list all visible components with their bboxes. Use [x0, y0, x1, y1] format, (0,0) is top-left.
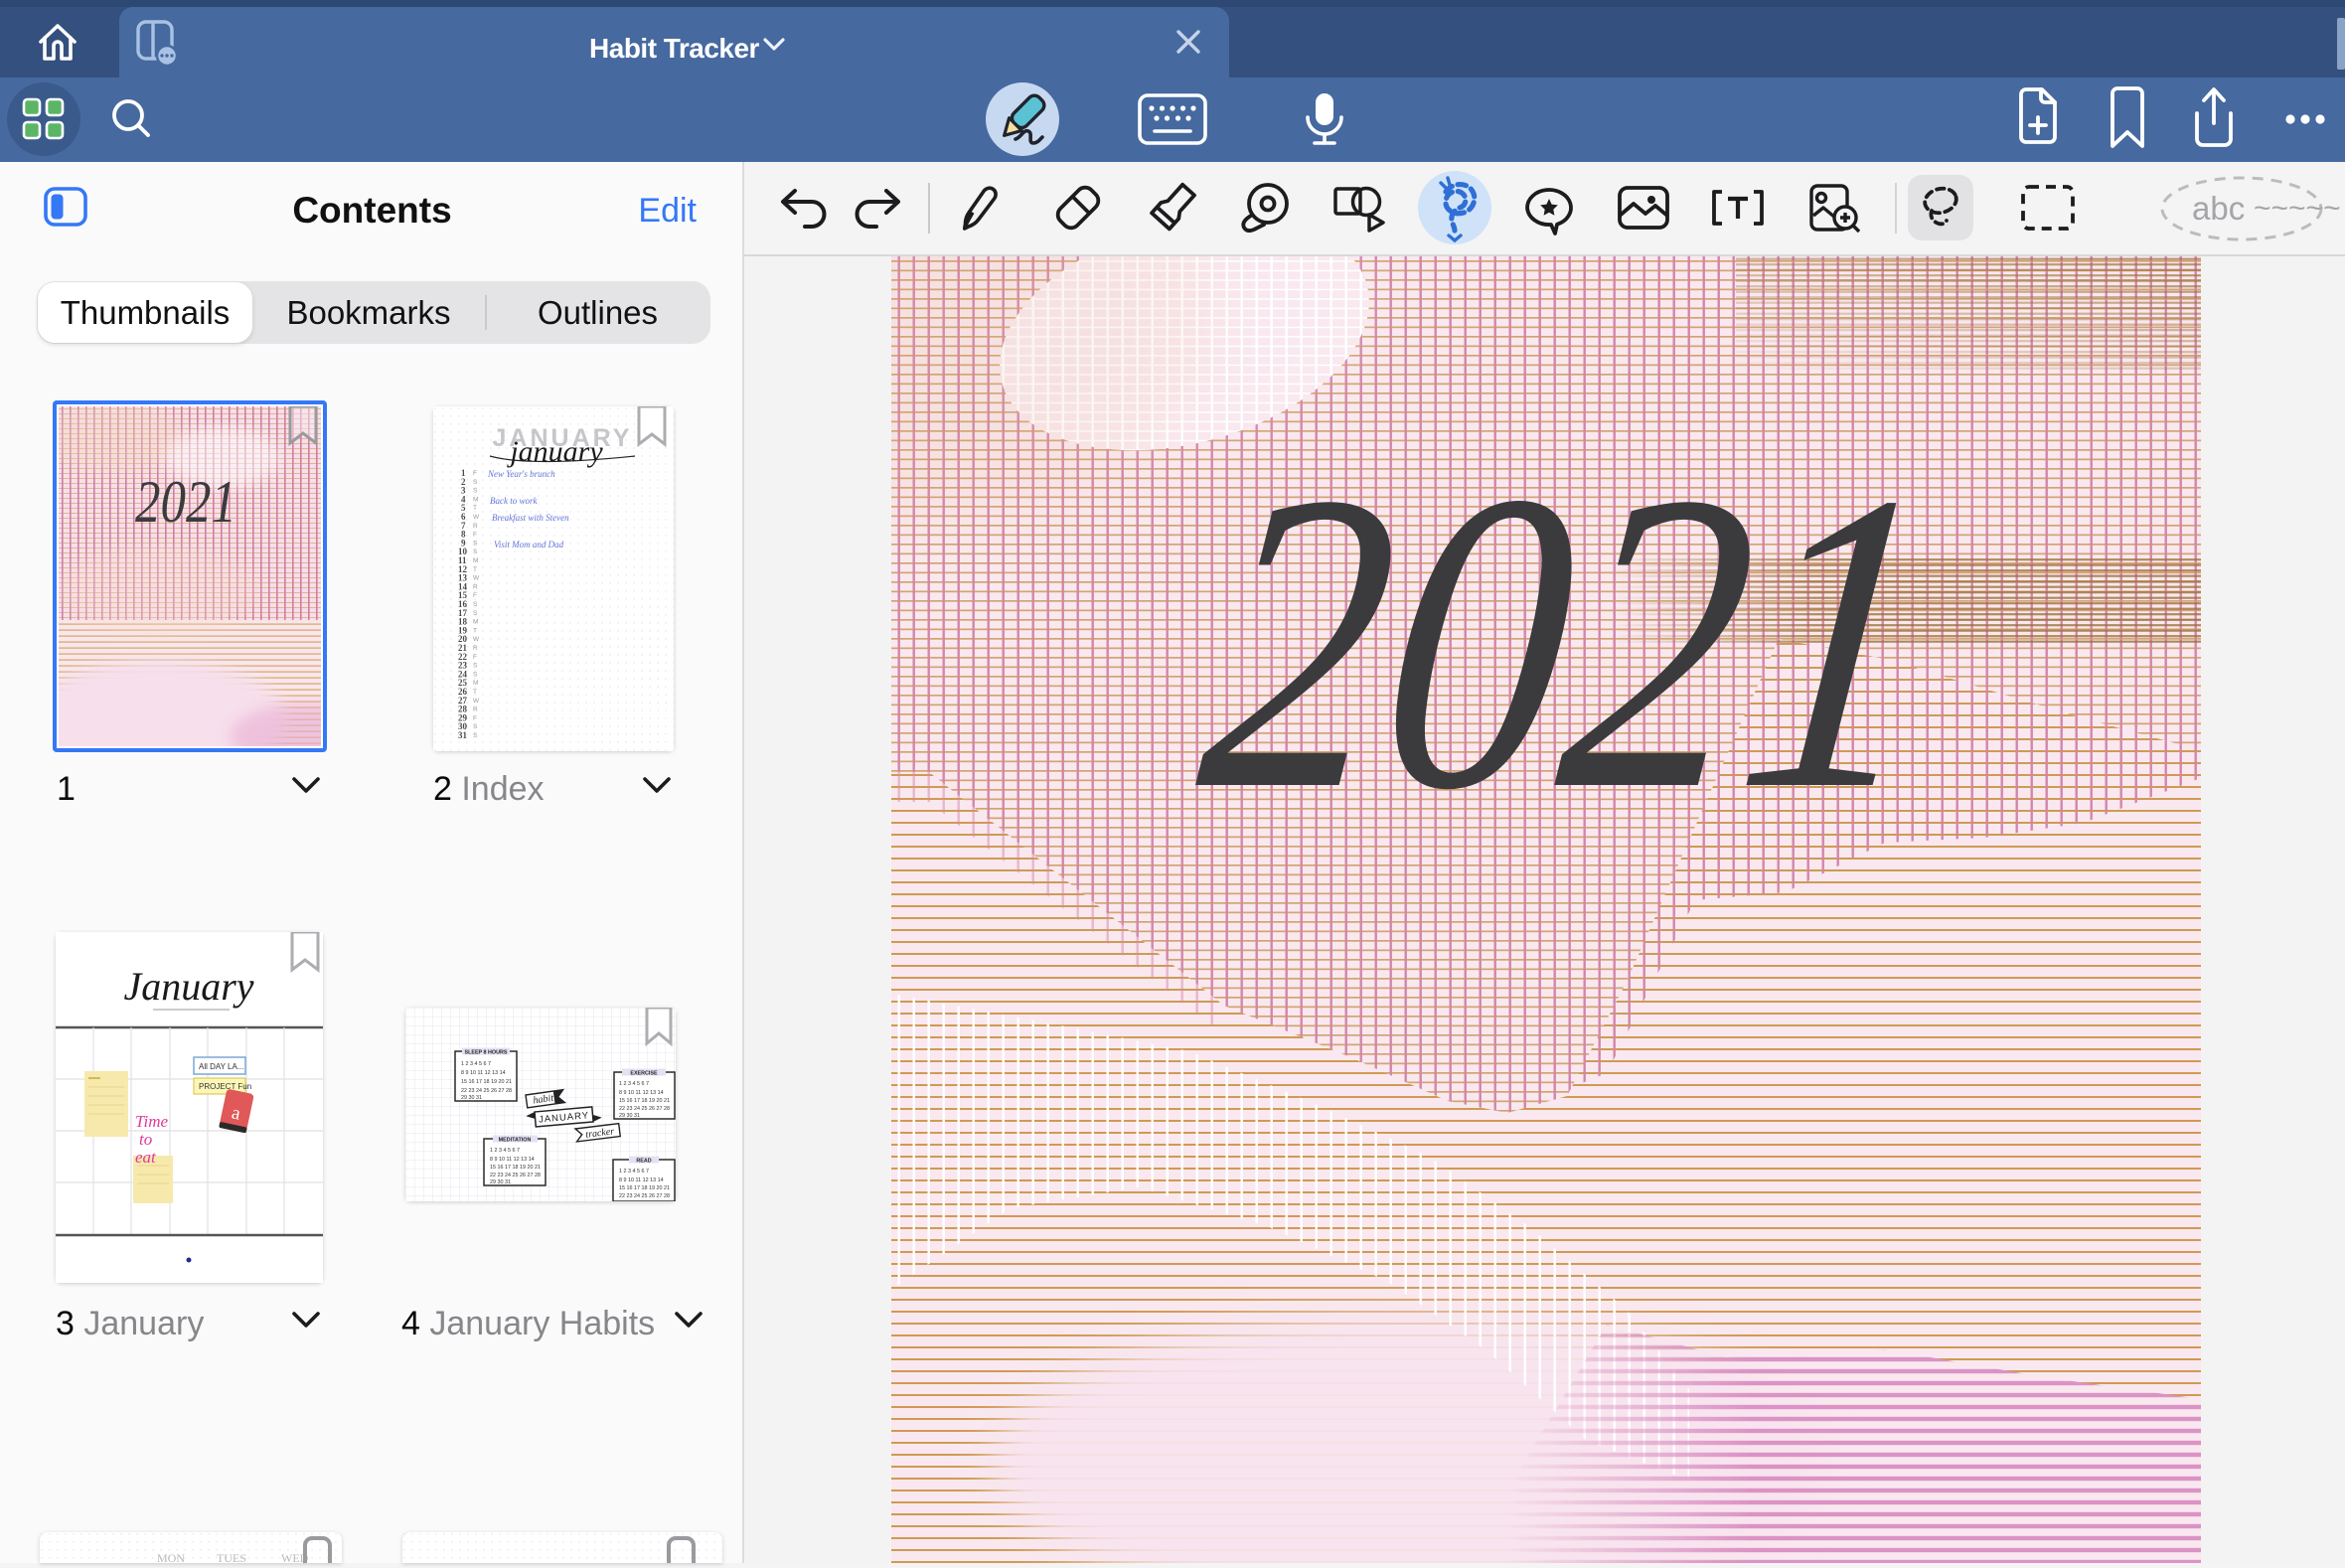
svg-text:Time: Time	[135, 1112, 169, 1131]
svg-text:SLEEP 8 HOURS: SLEEP 8 HOURS	[464, 1050, 507, 1056]
svg-text:S: S	[473, 610, 478, 617]
svg-text:R: R	[473, 583, 478, 590]
svg-text:S: S	[473, 732, 478, 739]
svg-text:January: January	[123, 964, 253, 1009]
svg-text:T: T	[473, 505, 477, 512]
svg-text:T: T	[473, 566, 477, 573]
svg-text:15 16 17 18 19 20 21: 15 16 17 18 19 20 21	[619, 1098, 670, 1104]
svg-text:29 30 31: 29 30 31	[490, 1179, 511, 1185]
svg-text:W: W	[473, 514, 480, 521]
svg-text:Breakfast with Steven: Breakfast with Steven	[492, 513, 569, 523]
svg-text:New Year's brunch: New Year's brunch	[487, 469, 555, 479]
svg-text:abc: abc	[2192, 190, 2245, 227]
svg-text:S: S	[473, 488, 478, 495]
svg-text:T: T	[473, 627, 477, 634]
svg-text:29 30 31: 29 30 31	[619, 1113, 640, 1119]
svg-text:T: T	[473, 689, 477, 696]
svg-text:8 9 10 11 12 13 14: 8 9 10 11 12 13 14	[619, 1177, 664, 1183]
svg-text:31: 31	[458, 730, 468, 740]
svg-text:1 2 3 4 5 6 7: 1 2 3 4 5 6 7	[619, 1169, 649, 1175]
svg-text:Back to work: Back to work	[490, 496, 538, 506]
svg-text:F: F	[473, 532, 477, 539]
svg-text:eat: eat	[135, 1148, 157, 1167]
svg-text:S: S	[473, 723, 478, 730]
svg-text:S: S	[473, 479, 478, 486]
svg-text:8 9 10 11 12 13 14: 8 9 10 11 12 13 14	[490, 1157, 535, 1163]
svg-text:1 2 3 4 5 6 7: 1 2 3 4 5 6 7	[461, 1061, 491, 1067]
svg-text:W: W	[473, 575, 480, 582]
svg-text:8 9 10 11 12 13 14: 8 9 10 11 12 13 14	[619, 1090, 664, 1096]
svg-text:M: M	[473, 619, 478, 626]
svg-text:F: F	[473, 654, 477, 661]
svg-text:R: R	[473, 706, 478, 713]
svg-text:S: S	[473, 540, 478, 547]
svg-text:EXERCISE: EXERCISE	[630, 1071, 658, 1077]
svg-text:TUES: TUES	[217, 1551, 246, 1563]
svg-text:S: S	[473, 663, 478, 670]
svg-text:Visit Mom and Dad: Visit Mom and Dad	[494, 540, 564, 549]
svg-text:22 23 24 25 26 27 28: 22 23 24 25 26 27 28	[490, 1173, 541, 1178]
svg-text:2021: 2021	[135, 469, 236, 536]
svg-text:READ: READ	[636, 1159, 651, 1165]
svg-text:2021: 2021	[1185, 405, 1953, 878]
svg-text:S: S	[473, 671, 478, 678]
svg-text:1 2 3 4 5 6 7: 1 2 3 4 5 6 7	[490, 1148, 520, 1154]
svg-text:29 30 31: 29 30 31	[461, 1095, 482, 1101]
svg-text:W: W	[473, 636, 480, 643]
svg-text:R: R	[473, 523, 478, 530]
svg-text:MON: MON	[157, 1551, 185, 1563]
svg-text:M: M	[473, 496, 478, 503]
svg-text:S: S	[473, 549, 478, 555]
svg-text:W: W	[473, 698, 480, 705]
svg-text:22 23 24 25 26 27 28: 22 23 24 25 26 27 28	[461, 1088, 512, 1094]
svg-text:PROJECT Fun: PROJECT Fun	[199, 1082, 251, 1091]
svg-text:~~~~~: ~~~~~	[2254, 192, 2341, 225]
svg-text:1 2 3 4 5 6 7: 1 2 3 4 5 6 7	[619, 1081, 649, 1087]
svg-text:F: F	[473, 470, 477, 477]
svg-text:15 16 17 18 19 20 21: 15 16 17 18 19 20 21	[619, 1185, 670, 1191]
svg-text:15 16 17 18 19 20 21: 15 16 17 18 19 20 21	[461, 1079, 512, 1085]
svg-text:22 23 24 25 26 27 28: 22 23 24 25 26 27 28	[619, 1106, 670, 1112]
svg-text:All DAY LA...: All DAY LA...	[199, 1062, 244, 1071]
svg-text:to: to	[139, 1130, 152, 1149]
svg-text:22 23 24 25 26 27 28: 22 23 24 25 26 27 28	[619, 1193, 670, 1199]
svg-text:R: R	[473, 645, 478, 652]
svg-text:15 16 17 18 19 20 21: 15 16 17 18 19 20 21	[490, 1165, 541, 1171]
svg-text:M: M	[473, 557, 478, 564]
svg-text:S: S	[473, 601, 478, 608]
svg-text:january: january	[506, 435, 603, 468]
svg-text:MEDITATION: MEDITATION	[499, 1138, 532, 1144]
svg-text:F: F	[473, 592, 477, 599]
svg-text:8 9 10 11 12 13 14: 8 9 10 11 12 13 14	[461, 1070, 506, 1076]
svg-text:F: F	[473, 714, 477, 721]
svg-text:M: M	[473, 680, 478, 687]
